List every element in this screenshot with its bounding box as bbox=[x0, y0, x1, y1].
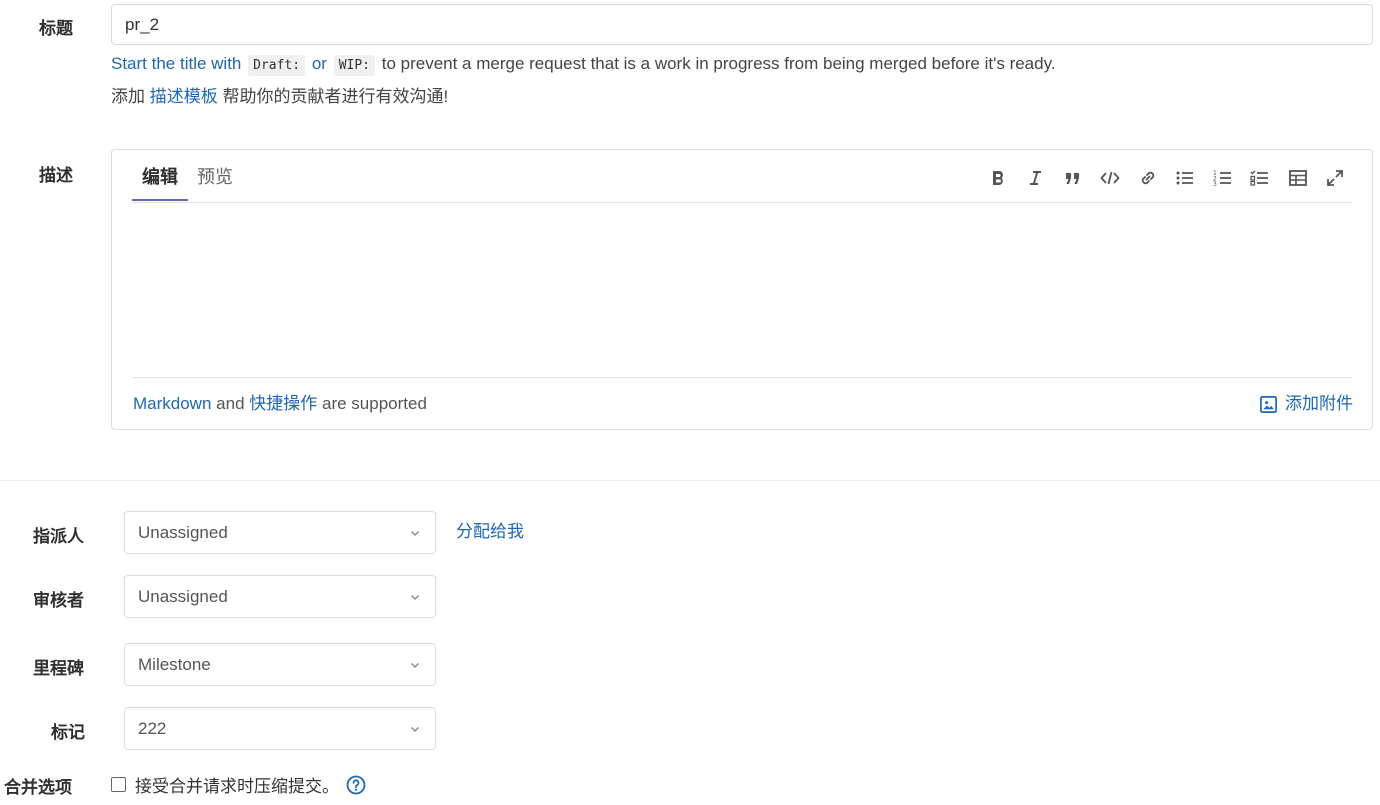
or-text: or bbox=[311, 54, 327, 73]
markdown-note: Markdown and 快捷操作 are supported bbox=[133, 392, 427, 416]
fullscreen-icon[interactable] bbox=[1317, 167, 1355, 189]
image-icon bbox=[1260, 395, 1277, 413]
and-text: and bbox=[216, 394, 245, 413]
tab-edit[interactable]: 编辑 bbox=[132, 164, 188, 201]
labels-select[interactable]: 222 bbox=[124, 707, 436, 750]
svg-text:3: 3 bbox=[1213, 181, 1217, 188]
tab-divider bbox=[132, 202, 1352, 203]
reviewer-label: 审核者 bbox=[33, 591, 84, 610]
chevron-down-icon bbox=[410, 662, 420, 669]
table-icon[interactable] bbox=[1279, 167, 1317, 189]
assignee-value: Unassigned bbox=[138, 523, 228, 542]
bold-icon[interactable] bbox=[979, 167, 1017, 189]
italic-icon[interactable] bbox=[1017, 167, 1055, 189]
assignee-select[interactable]: Unassigned bbox=[124, 511, 436, 554]
reviewer-value: Unassigned bbox=[138, 587, 228, 606]
milestone-value: Milestone bbox=[138, 655, 211, 674]
numbered-list-icon[interactable]: 123 bbox=[1204, 167, 1242, 189]
description-editor: 编辑 预览 123 Markdown and 快捷操作 are supporte… bbox=[111, 149, 1373, 430]
description-label: 描述 bbox=[39, 166, 73, 185]
title-label: 标题 bbox=[39, 19, 73, 38]
chevron-down-icon bbox=[410, 594, 420, 601]
bullet-list-icon[interactable] bbox=[1167, 167, 1205, 189]
description-textarea[interactable] bbox=[132, 210, 1352, 375]
squash-option: 接受合并请求时压缩提交。 bbox=[111, 772, 366, 797]
section-divider bbox=[0, 480, 1380, 481]
milestone-label: 里程碑 bbox=[33, 659, 84, 678]
draft-hint: Start the title with Draft: or WIP: to p… bbox=[111, 52, 1056, 78]
title-input[interactable]: pr_2 bbox=[111, 4, 1373, 45]
markdown-toolbar: 123 bbox=[979, 167, 1354, 189]
template-hint-prefix: 添加 bbox=[111, 87, 145, 106]
draft-code: Draft: bbox=[248, 55, 306, 76]
template-hint: 添加 描述模板 帮助你的贡献者进行有效沟通! bbox=[111, 85, 448, 109]
chevron-down-icon bbox=[410, 530, 420, 537]
task-list-icon[interactable] bbox=[1242, 167, 1280, 189]
draft-hint-suffix: to prevent a merge request that is a wor… bbox=[381, 54, 1056, 73]
labels-value: 222 bbox=[138, 719, 167, 738]
attach-file-label: 添加附件 bbox=[1285, 394, 1353, 413]
merge-options-label: 合并选项 bbox=[4, 778, 72, 797]
quote-icon[interactable] bbox=[1054, 167, 1092, 189]
tab-preview[interactable]: 预览 bbox=[197, 164, 233, 190]
quick-actions-link[interactable]: 快捷操作 bbox=[249, 394, 317, 413]
squash-checkbox[interactable] bbox=[111, 777, 126, 792]
help-icon[interactable] bbox=[346, 775, 366, 795]
milestone-select[interactable]: Milestone bbox=[124, 643, 436, 686]
template-hint-suffix: 帮助你的贡献者进行有效沟通! bbox=[222, 87, 449, 106]
chevron-down-icon bbox=[410, 726, 420, 733]
squash-text: 接受合并请求时压缩提交。 bbox=[135, 777, 339, 796]
markdown-link[interactable]: Markdown bbox=[133, 394, 211, 413]
wip-code: WIP: bbox=[333, 55, 375, 76]
labels-label: 标记 bbox=[51, 723, 85, 742]
code-icon[interactable] bbox=[1092, 167, 1130, 189]
reviewer-select[interactable]: Unassigned bbox=[124, 575, 436, 618]
description-template-link[interactable]: 描述模板 bbox=[150, 87, 218, 106]
supported-text: are supported bbox=[322, 394, 427, 413]
link-icon[interactable] bbox=[1129, 167, 1167, 189]
draft-hint-link[interactable]: Start the title with bbox=[111, 54, 241, 73]
assign-to-me-link[interactable]: 分配给我 bbox=[456, 520, 524, 544]
assignee-label: 指派人 bbox=[33, 527, 84, 546]
attach-file-button[interactable]: 添加附件 bbox=[1259, 392, 1353, 416]
editor-footer-divider bbox=[132, 377, 1352, 378]
